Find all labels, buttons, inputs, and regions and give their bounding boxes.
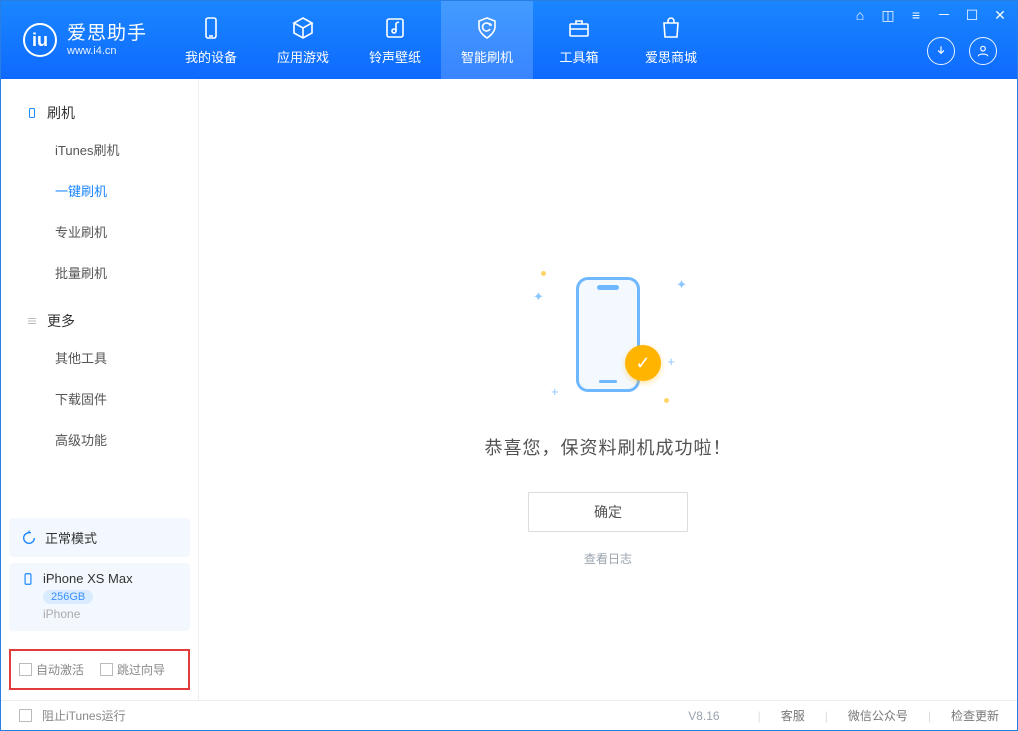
nav-label: 爱思商城 xyxy=(645,47,697,66)
download-icon[interactable] xyxy=(927,37,955,65)
brand: iu 爱思助手 www.i4.cn xyxy=(1,1,165,79)
sparkle-icon: ✦ xyxy=(676,277,687,293)
nav-tab-store[interactable]: 爱思商城 xyxy=(625,1,717,79)
dot-icon xyxy=(541,271,546,276)
dot-icon xyxy=(664,398,669,403)
body: 刷机 iTunes刷机 一键刷机 专业刷机 批量刷机 更多 其他工具 下载固件 … xyxy=(1,79,1017,700)
phone-small-icon xyxy=(25,106,39,120)
refresh-icon xyxy=(21,530,37,546)
sidebar-section-more: 更多 xyxy=(1,305,198,337)
shopping-bag-icon xyxy=(658,15,684,41)
sparkle-icon: + xyxy=(667,354,675,369)
minimize-button[interactable]: － xyxy=(935,5,953,25)
main-content: ✦ ✦ + + ✓ 恭喜您，保资料刷机成功啦！ 确定 查看日志 xyxy=(199,79,1017,700)
skip-guide-label: 跳过向导 xyxy=(117,663,165,677)
device-card[interactable]: iPhone XS Max 256GB iPhone xyxy=(9,563,190,631)
tshirt-icon[interactable]: ⌂ xyxy=(851,7,869,23)
user-icon[interactable] xyxy=(969,37,997,65)
sidebar-item-itunes-flash[interactable]: iTunes刷机 xyxy=(1,129,198,170)
nav-tab-device[interactable]: 我的设备 xyxy=(165,1,257,79)
skip-guide-checkbox[interactable]: 跳过向导 xyxy=(100,661,165,678)
nav-label: 我的设备 xyxy=(185,47,237,66)
auto-activate-checkbox[interactable]: 自动激活 xyxy=(19,661,84,678)
cube-icon xyxy=(290,15,316,41)
footer: 阻止iTunes运行 V8.16 | 客服 | 微信公众号 | 检查更新 xyxy=(1,700,1017,730)
window-controls: ⌂ ◫ ≡ － ☐ ✕ xyxy=(851,5,1009,25)
titlebar: iu 爱思助手 www.i4.cn 我的设备 应用游戏 铃声壁纸 智能刷机 xyxy=(1,1,1017,79)
shield-refresh-icon xyxy=(474,15,500,41)
options-highlight-box: 自动激活 跳过向导 xyxy=(9,649,190,690)
sidebar: 刷机 iTunes刷机 一键刷机 专业刷机 批量刷机 更多 其他工具 下载固件 … xyxy=(1,79,199,700)
nav-tab-tools[interactable]: 工具箱 xyxy=(533,1,625,79)
brand-text: 爱思助手 www.i4.cn xyxy=(67,23,147,57)
sparkle-icon: + xyxy=(551,384,559,399)
sidebar-section-flash: 刷机 xyxy=(1,97,198,129)
nav-tab-rings[interactable]: 铃声壁纸 xyxy=(349,1,441,79)
device-mode-panel[interactable]: 正常模式 xyxy=(9,518,190,557)
app-window: iu 爱思助手 www.i4.cn 我的设备 应用游戏 铃声壁纸 智能刷机 xyxy=(0,0,1018,731)
nav-tab-flash[interactable]: 智能刷机 xyxy=(441,1,533,79)
checkmark-badge-icon: ✓ xyxy=(625,345,661,381)
sidebar-item-pro-flash[interactable]: 专业刷机 xyxy=(1,211,198,252)
block-itunes-label: 阻止iTunes运行 xyxy=(42,707,126,724)
toolbox-icon xyxy=(566,15,592,41)
nav-tab-apps[interactable]: 应用游戏 xyxy=(257,1,349,79)
music-note-icon xyxy=(382,15,408,41)
phone-icon xyxy=(198,15,224,41)
sidebar-item-batch-flash[interactable]: 批量刷机 xyxy=(1,252,198,293)
nav-tabs: 我的设备 应用游戏 铃声壁纸 智能刷机 工具箱 爱思商城 xyxy=(165,1,717,79)
sidebar-item-download-firmware[interactable]: 下载固件 xyxy=(1,378,198,419)
block-itunes-checkbox[interactable]: 阻止iTunes运行 xyxy=(19,707,126,724)
check-update-link[interactable]: 检查更新 xyxy=(951,707,999,724)
nav-label: 应用游戏 xyxy=(277,47,329,66)
menu-icon[interactable]: ≡ xyxy=(907,7,925,23)
titlebar-action-icons xyxy=(927,37,997,65)
device-mode-label: 正常模式 xyxy=(45,528,97,547)
phone-outline-icon xyxy=(21,572,35,586)
support-link[interactable]: 客服 xyxy=(781,707,805,724)
brand-url: www.i4.cn xyxy=(67,45,147,58)
wechat-link[interactable]: 微信公众号 xyxy=(848,707,908,724)
sidebar-item-other-tools[interactable]: 其他工具 xyxy=(1,337,198,378)
lock-icon[interactable]: ◫ xyxy=(879,7,897,24)
device-subtype: iPhone xyxy=(43,607,178,621)
version-label: V8.16 xyxy=(688,709,719,723)
hamburger-icon xyxy=(25,314,39,328)
success-illustration: ✦ ✦ + + ✓ xyxy=(523,259,693,409)
maximize-button[interactable]: ☐ xyxy=(963,7,981,24)
success-message: 恭喜您，保资料刷机成功啦！ xyxy=(485,434,732,460)
nav-label: 智能刷机 xyxy=(461,47,513,66)
nav-label: 工具箱 xyxy=(560,47,599,66)
section-label: 更多 xyxy=(47,311,75,331)
sidebar-item-oneclick-flash[interactable]: 一键刷机 xyxy=(1,170,198,211)
section-label: 刷机 xyxy=(47,103,75,123)
brand-logo-icon: iu xyxy=(23,23,57,57)
brand-title: 爱思助手 xyxy=(67,23,147,45)
sparkle-icon: ✦ xyxy=(533,289,544,305)
view-log-link[interactable]: 查看日志 xyxy=(584,550,632,567)
close-button[interactable]: ✕ xyxy=(991,7,1009,24)
device-name: iPhone XS Max xyxy=(43,571,133,586)
sidebar-item-advanced[interactable]: 高级功能 xyxy=(1,419,198,460)
auto-activate-label: 自动激活 xyxy=(36,663,84,677)
nav-label: 铃声壁纸 xyxy=(369,47,421,66)
confirm-button[interactable]: 确定 xyxy=(528,492,688,532)
device-storage-badge: 256GB xyxy=(43,590,93,604)
